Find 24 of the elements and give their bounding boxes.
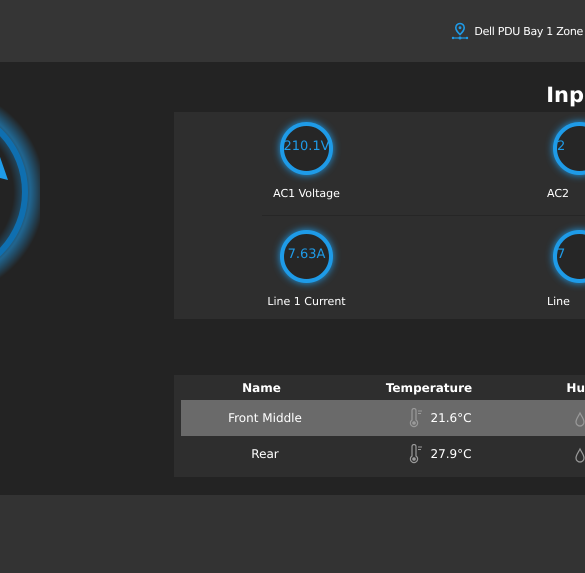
gauge-label: Line 1 Current [267, 294, 346, 308]
column-header: Name [241, 380, 282, 394]
gauge-value: 7 [557, 246, 566, 262]
sensor-name: Rear [250, 447, 280, 461]
thermometer-icon [408, 444, 424, 464]
gauge-value: 210.1V [282, 139, 331, 154]
gauge-value: 7.63A [286, 246, 326, 262]
column-header: Hu [565, 380, 585, 394]
location-pin-icon [451, 22, 470, 40]
location-label: Dell PDU Bay 1 Zone [474, 24, 583, 38]
temperature-value: 27.9°C [430, 447, 472, 461]
gauge-label: AC2 [547, 187, 570, 200]
section-title: Inp [546, 82, 585, 109]
table-row[interactable]: Front Middle 21.6°C [181, 400, 585, 436]
gauge-ring [280, 230, 333, 282]
gauge-label: Line [547, 294, 570, 308]
gauge-label: AC1 Voltage [273, 187, 340, 200]
column-header: Temperature [384, 380, 474, 394]
gauge-ring [280, 122, 333, 175]
gauge-value: 2 [557, 139, 566, 154]
temperature-value: 21.6°C [430, 411, 472, 425]
table-row[interactable]: Rear 27.9°C [181, 436, 585, 472]
thermometer-icon [408, 408, 424, 428]
sensor-name: Front Middle [227, 411, 303, 425]
